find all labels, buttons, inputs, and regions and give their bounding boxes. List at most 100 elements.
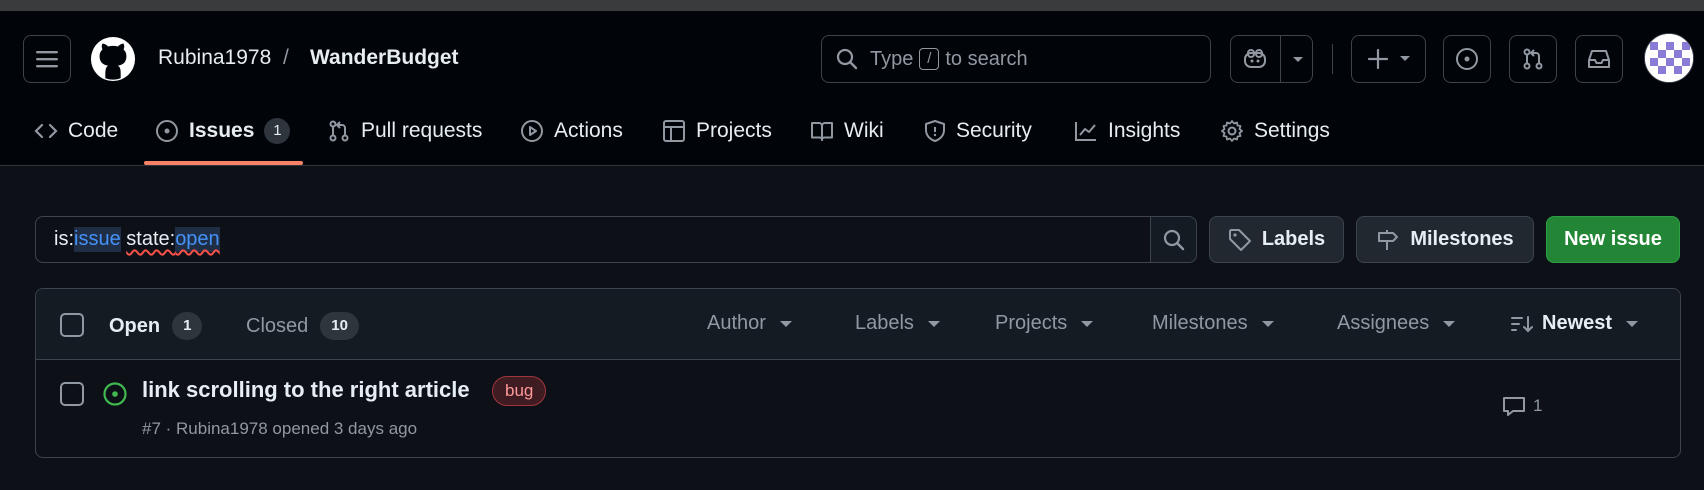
issues-count-badge: 1 [264,118,291,144]
tab-actions[interactable]: Actions [520,109,623,153]
label-badge[interactable]: bug [492,376,547,406]
new-issue-button[interactable]: New issue [1546,216,1680,263]
tab-settings[interactable]: Settings [1220,109,1330,153]
tab-wiki[interactable]: Wiki [810,109,884,153]
repo-owner-link[interactable]: Rubina1978 [158,46,271,70]
caret-down-icon [1626,320,1639,327]
copilot-icon [1244,49,1266,68]
filter-search-button[interactable] [1150,216,1197,263]
git-pull-request-icon [329,120,349,142]
tab-label: Actions [554,119,623,142]
comment-icon [1503,397,1525,416]
projects-filter-dropdown[interactable]: Projects [995,312,1094,335]
closed-label: Closed [246,314,309,337]
filter-qualifier: is: [54,228,74,250]
open-issues-toggle[interactable]: Open 1 [109,312,203,340]
tab-label: Settings [1254,119,1330,142]
tab-label: Code [68,119,119,142]
milestone-icon [1378,229,1399,250]
filter-token: open [175,227,220,252]
header-divider [1332,44,1333,74]
labels-button[interactable]: Labels [1209,216,1344,263]
caret-down-icon [779,320,792,327]
book-icon [811,122,833,141]
issue-select-checkbox[interactable] [60,382,84,406]
shield-icon [925,120,945,142]
gear-icon [1221,120,1243,142]
repo-header: Rubina1978 / WanderBudget Type / to sear… [0,11,1704,166]
issue-row[interactable]: link scrolling to the right article bug … [36,361,1680,457]
dropdown-label: Assignees [1337,312,1430,334]
tab-label: Wiki [844,119,884,142]
sort-desc-icon [1511,315,1533,332]
chevron-down-icon[interactable] [1292,56,1304,64]
issues-button[interactable] [1443,35,1491,83]
search-shortcut-key: / [919,48,940,70]
chevron-down-icon [1399,56,1410,61]
global-search-input[interactable]: Type / to search [821,35,1211,83]
inbox-icon [1588,50,1610,68]
create-new-button[interactable] [1351,35,1426,83]
issue-meta: #7 · Rubina1978 opened 3 days ago [142,419,418,438]
select-all-checkbox[interactable] [60,313,84,337]
tab-issues[interactable]: Issues 1 [155,109,291,153]
closed-issues-toggle[interactable]: Closed 10 [246,312,359,340]
window-top-strip [0,0,1704,11]
issue-filter-input[interactable]: is: issue state: open [35,216,1151,263]
tab-code[interactable]: Code [34,109,118,153]
repo-name-link[interactable]: WanderBudget [310,46,459,70]
filter-token: issue [74,227,121,252]
dropdown-label: Author [707,312,766,334]
issue-opened-icon [1456,48,1478,70]
breadcrumb-separator: / [283,46,289,69]
github-logo-icon[interactable] [90,36,136,82]
milestones-button[interactable]: Milestones [1356,216,1534,263]
search-icon [836,48,858,70]
tab-pull-requests[interactable]: Pull requests [327,109,482,153]
tab-label: Security [956,119,1032,142]
milestones-button-label: Milestones [1410,228,1514,250]
issue-title-link[interactable]: link scrolling to the right article [142,377,470,403]
open-label: Open [109,314,161,337]
tab-projects[interactable]: Projects [662,109,772,153]
labels-filter-dropdown[interactable]: Labels [855,312,940,335]
sort-dropdown[interactable]: Newest [1510,312,1639,335]
new-issue-button-label: New issue [1564,228,1662,250]
tab-security[interactable]: Security [924,109,1032,153]
sort-label: Newest [1542,312,1613,334]
inbox-button[interactable] [1575,35,1623,83]
caret-down-icon [1443,320,1456,327]
user-avatar[interactable] [1644,33,1694,83]
tab-label: Projects [696,119,772,142]
menu-button[interactable] [23,35,71,83]
tab-label: Pull requests [361,119,483,142]
comments-link[interactable]: 1 [1502,395,1542,417]
caret-down-icon [927,320,940,327]
closed-count-badge: 10 [320,312,359,340]
open-count-badge: 1 [172,312,203,340]
issue-opened-icon [103,382,127,406]
tag-icon [1228,228,1251,251]
milestones-filter-dropdown[interactable]: Milestones [1152,312,1274,335]
issues-list-header: Open 1 Closed 10 Author Labels Projects … [36,289,1680,360]
dropdown-label: Milestones [1152,312,1248,334]
search-placeholder-suffix: to search [945,47,1028,70]
plus-icon [1367,48,1388,70]
pull-requests-button[interactable] [1509,35,1557,83]
tab-label: Insights [1108,119,1181,142]
table-icon [663,120,685,142]
avatar-identicon [1645,34,1693,82]
copilot-button[interactable] [1230,35,1313,83]
code-icon [34,123,58,139]
caret-down-icon [1261,320,1274,327]
git-pull-request-icon [1523,48,1543,70]
labels-button-label: Labels [1261,228,1326,250]
search-icon [1163,229,1184,250]
search-placeholder-prefix: Type [870,47,914,70]
assignees-filter-dropdown[interactable]: Assignees [1337,312,1456,335]
tab-insights[interactable]: Insights [1074,109,1180,153]
issue-opened-icon [156,120,178,142]
author-filter-dropdown[interactable]: Author [707,312,792,335]
play-icon [521,120,543,142]
hamburger-icon [36,51,58,68]
